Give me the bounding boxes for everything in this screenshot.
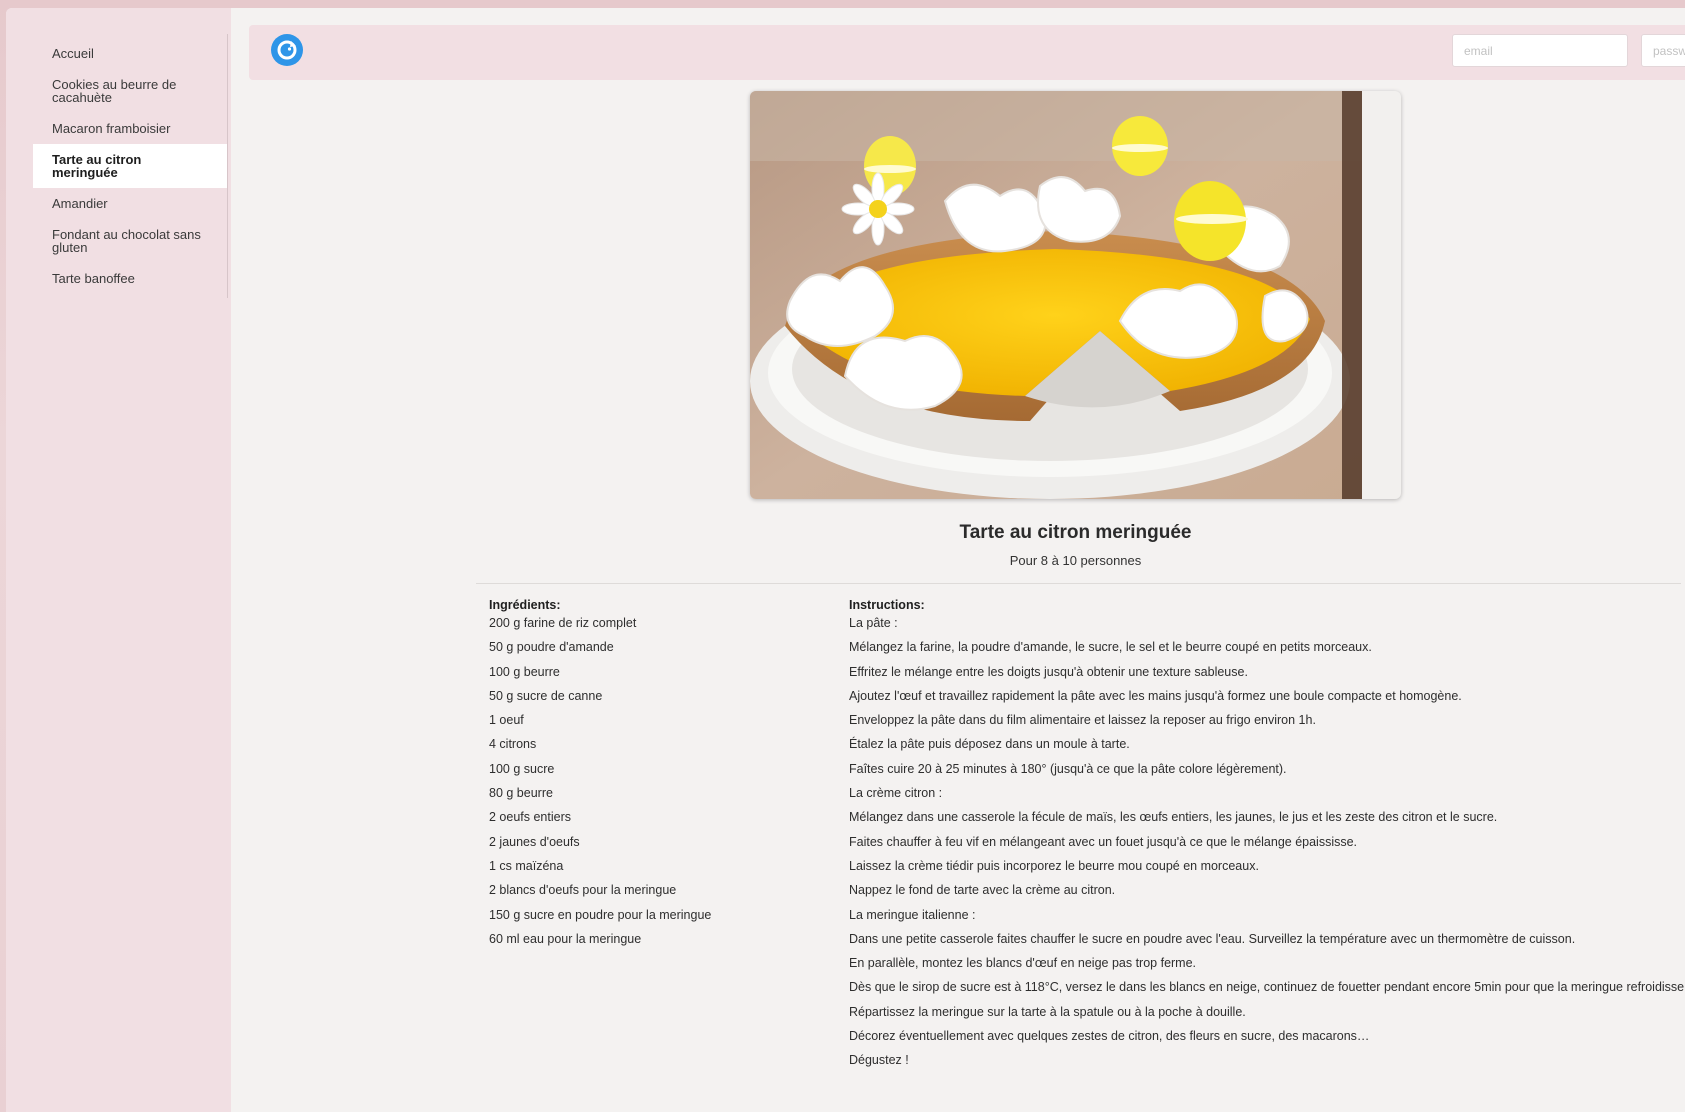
header-bar xyxy=(249,25,1685,80)
ingredient-item: 1 oeuf xyxy=(489,713,524,728)
instruction-step: Effritez le mélange entre les doigts jus… xyxy=(849,664,1248,679)
sidebar-item[interactable]: Macaron framboisier xyxy=(33,113,227,144)
content-divider xyxy=(476,583,1681,584)
recipe-photo xyxy=(750,91,1362,499)
instruction-step: Décorez éventuellement avec quelques zes… xyxy=(849,1029,1370,1044)
sidebar-item[interactable]: Fondant au chocolat sans gluten xyxy=(33,219,227,263)
instruction-step: Laissez la crème tiédir puis incorporez … xyxy=(849,858,1259,873)
instruction-step: Mélangez la farine, la poudre d'amande, … xyxy=(849,640,1372,655)
app-logo-icon[interactable] xyxy=(271,34,303,66)
ingredient-item: 50 g poudre d'amande xyxy=(489,640,614,655)
instruction-step: Mélangez dans une casserole la fécule de… xyxy=(849,810,1498,825)
email-input[interactable] xyxy=(1452,34,1628,67)
ingredient-item: 100 g beurre xyxy=(489,664,560,679)
sidebar: Accueil Cookies au beurre de cacahuète Mac… xyxy=(6,8,231,1112)
password-input[interactable] xyxy=(1641,34,1685,67)
ingredient-item: 200 g farine de riz complet xyxy=(489,616,637,630)
ingredient-item: 2 jaunes d'oeufs xyxy=(489,834,580,849)
instruction-step: Dès que le sirop de sucre est à 118°C, v… xyxy=(849,980,1685,995)
instruction-step: La pâte : xyxy=(849,616,898,630)
ingredient-item: 150 g sucre en poudre pour la meringue xyxy=(489,907,712,922)
instruction-step: Répartissez la meringue sur la tarte à l… xyxy=(849,1004,1246,1019)
instruction-step: Faîtes cuire 20 à 25 minutes à 180° (jus… xyxy=(849,761,1287,776)
sidebar-item[interactable]: Tarte banoffee xyxy=(33,263,227,294)
sidebar-item[interactable]: Accueil xyxy=(33,38,227,69)
instruction-step: La crème citron : xyxy=(849,786,943,801)
instruction-step: Dégustez ! xyxy=(849,1053,909,1068)
app-window: Accueil Cookies au beurre de cacahuète Mac… xyxy=(6,8,1685,1112)
sidebar-item[interactable]: Cookies au beurre de cacahuète xyxy=(33,69,227,113)
instruction-step: Nappez le fond de tarte avec la crème au… xyxy=(849,883,1116,898)
instruction-step: Faites chauffer à feu vif en mélangeant … xyxy=(849,834,1358,849)
ingredient-item: 1 cs maïzéna xyxy=(489,858,564,873)
instruction-step: Ajoutez l'œuf et travaillez rapidement l… xyxy=(849,688,1462,703)
ingredient-item: 80 g beurre xyxy=(489,786,553,801)
instructions-section: Instructions: La pâte : Mélangez la farin… xyxy=(849,598,1685,1076)
ingredients-title: Ingrédients: xyxy=(489,598,561,612)
sidebar-item[interactable]: Tarte au citron meringuée xyxy=(33,144,227,188)
instructions-list: La pâte : Mélangez la farine, la poudre d… xyxy=(849,614,1685,1076)
ingredient-item: 2 oeufs entiers xyxy=(489,810,571,825)
instruction-step: La meringue italienne : xyxy=(849,907,976,922)
instruction-step: Enveloppez la pâte dans du film alimenta… xyxy=(849,713,1316,728)
sidebar-item[interactable]: Amandier xyxy=(33,188,227,219)
instruction-step: Dans une petite casserole faites chauffe… xyxy=(849,931,1576,946)
ingredient-item: 100 g sucre xyxy=(489,761,555,776)
ingredients-list: 200 g farine de riz complet 50 g poudre d… xyxy=(489,614,819,954)
ingredient-item: 4 citrons xyxy=(489,737,537,752)
recipe-servings: Pour 8 à 10 personnes xyxy=(1009,553,1142,568)
instruction-step: Étalez la pâte puis déposez dans un moul… xyxy=(849,737,1130,752)
ingredient-item: 2 blancs d'oeufs pour la meringue xyxy=(489,883,677,898)
recipe-photo-card xyxy=(750,91,1401,499)
instructions-title: Instructions: xyxy=(849,598,925,612)
recipe-title: Tarte au citron meringuée xyxy=(959,522,1192,543)
instruction-step: En parallèle, montez les blancs d'œuf en… xyxy=(849,956,1197,971)
sidebar-nav: Accueil Cookies au beurre de cacahuète Mac… xyxy=(33,34,228,298)
ingredients-section: Ingrédients: 200 g farine de riz complet… xyxy=(489,598,819,954)
ingredient-item: 60 ml eau pour la meringue xyxy=(489,931,642,946)
ingredient-item: 50 g sucre de canne xyxy=(489,688,603,703)
